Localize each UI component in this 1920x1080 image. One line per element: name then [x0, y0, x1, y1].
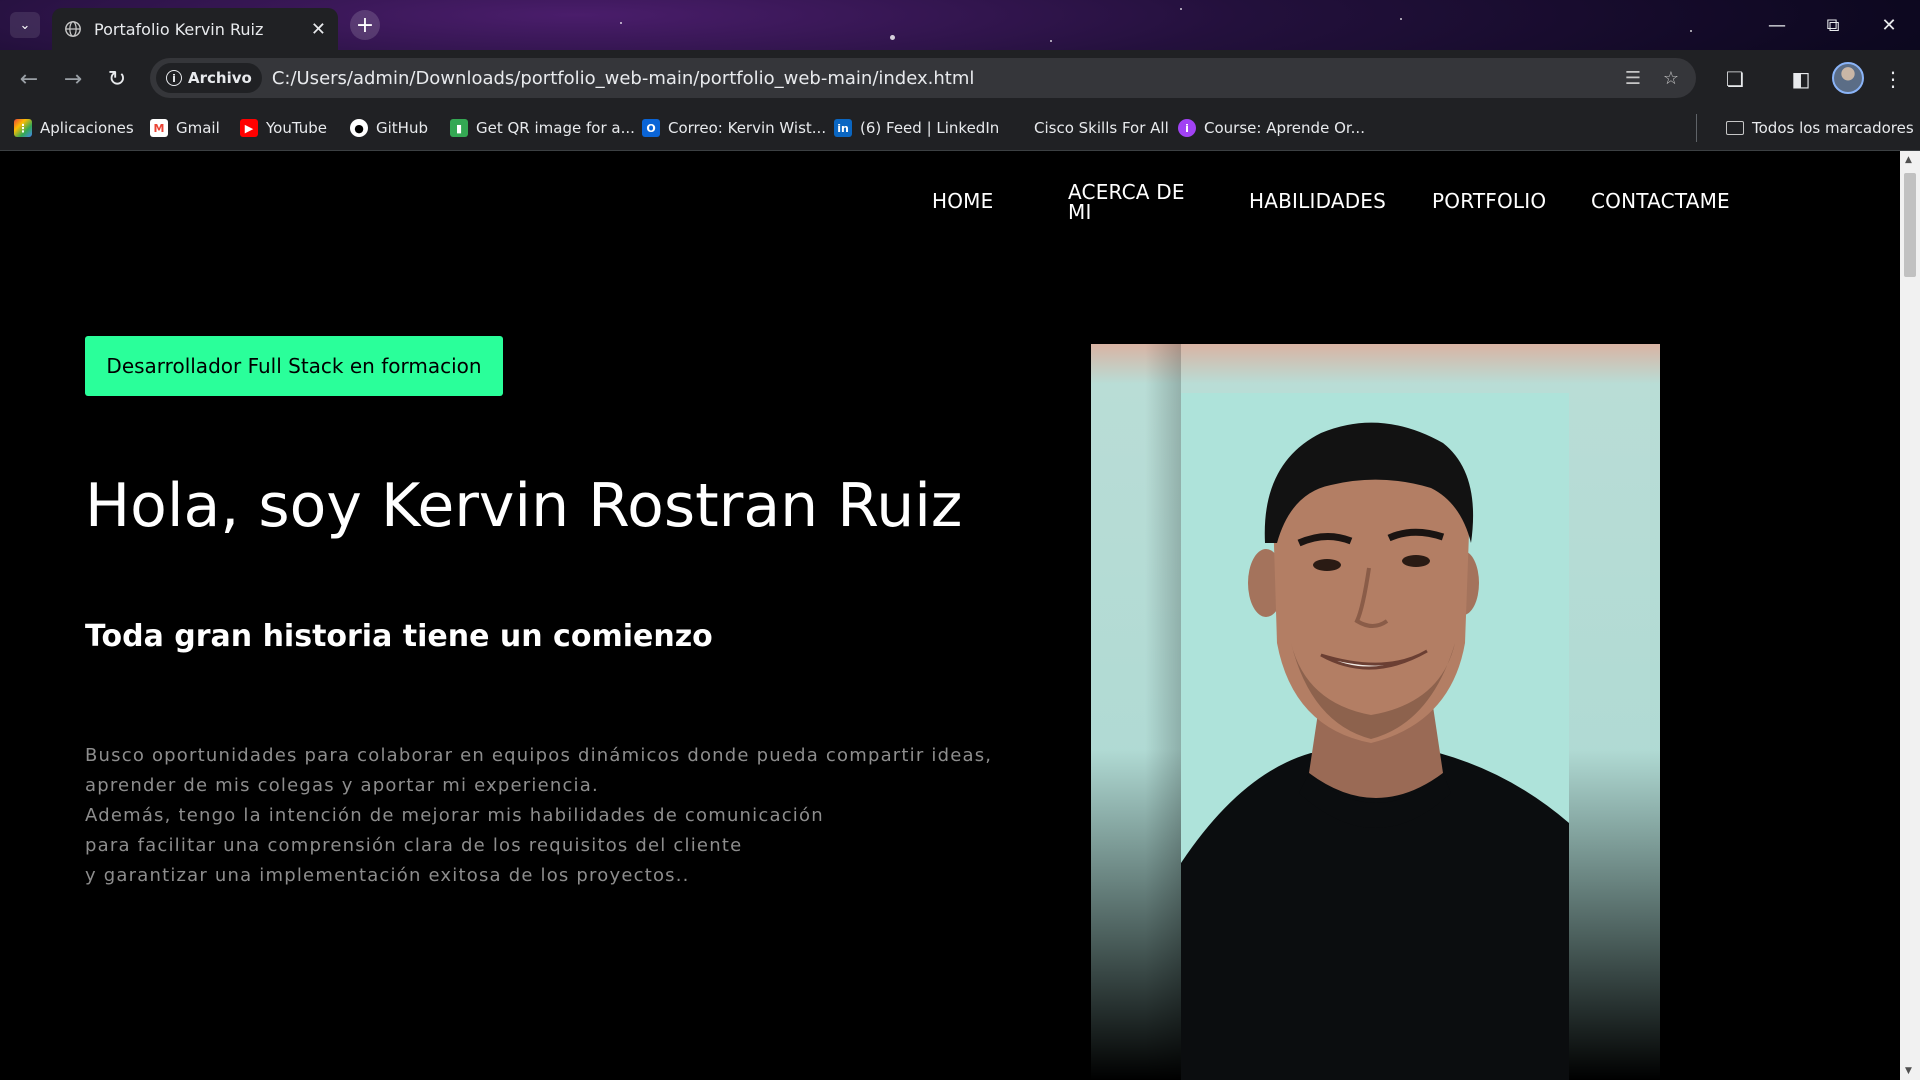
close-window-button[interactable]: ✕	[1874, 12, 1904, 38]
translate-icon[interactable]: ☰	[1620, 66, 1646, 90]
side-panel-icon[interactable]: ◧	[1788, 66, 1814, 92]
browser-toolbar: ← → ↻ i Archivo C:/Users/admin/Downloads…	[0, 50, 1920, 106]
address-bar[interactable]: i Archivo C:/Users/admin/Downloads/portf…	[150, 58, 1696, 98]
folder-icon	[1726, 121, 1744, 135]
cisco-icon	[1008, 119, 1026, 137]
all-bookmarks-folder[interactable]: Todos los marcadores	[1726, 116, 1914, 140]
tab-search-button[interactable]: ⌄	[10, 12, 40, 38]
bookmark-github[interactable]: ● GitHub	[350, 116, 428, 140]
forward-button[interactable]: →	[58, 64, 88, 94]
close-icon: ✕	[1881, 14, 1897, 36]
outlook-icon: O	[642, 119, 660, 137]
scroll-up-icon[interactable]: ▲	[1905, 155, 1912, 165]
bookmark-qr[interactable]: ▮ Get QR image for a...	[450, 116, 635, 140]
back-button[interactable]: ←	[14, 64, 44, 94]
minimize-icon: —	[1768, 14, 1786, 36]
description-line: para facilitar una comprensión clara de …	[85, 835, 743, 856]
scrollbar-thumb[interactable]	[1904, 173, 1916, 277]
bookmarks-divider	[1696, 114, 1697, 142]
bookmark-label: Aplicaciones	[40, 119, 134, 137]
portfolio-page: HOME ACERCA DE MI HABILIDADES PORTFOLIO …	[0, 151, 1900, 1080]
menu-kebab-icon[interactable]: ⋮	[1880, 66, 1906, 92]
profile-avatar[interactable]	[1832, 62, 1864, 94]
bookmark-cisco[interactable]: Cisco Skills For All	[1008, 116, 1169, 140]
bookmark-youtube[interactable]: ▶ YouTube	[240, 116, 327, 140]
linkedin-icon: in	[834, 119, 852, 137]
new-tab-button[interactable]: +	[350, 10, 380, 40]
restore-icon: ⧉	[1826, 14, 1840, 36]
plus-icon: +	[355, 12, 375, 38]
hero-title: Hola, soy Kervin Rostran Ruiz	[85, 471, 963, 541]
description-line: aprender de mis colegas y aportar mi exp…	[85, 775, 599, 796]
nav-skills[interactable]: HABILIDADES	[1249, 189, 1386, 213]
page-scrollbar[interactable]: ▲ ▼	[1900, 151, 1920, 1080]
bookmark-label: Cisco Skills For All	[1034, 119, 1169, 137]
gmail-icon: M	[150, 119, 168, 137]
browser-chrome: ⌄ Portafolio Kervin Ruiz ✕ + — ⧉ ✕ ← → ↻…	[0, 0, 1920, 151]
hero-description: Busco oportunidades para colaborar en eq…	[85, 741, 993, 891]
bookmark-linkedin[interactable]: in (6) Feed | LinkedIn	[834, 116, 999, 140]
reload-button[interactable]: ↻	[102, 64, 132, 94]
reload-icon: ↻	[107, 66, 127, 92]
youtube-icon: ▶	[240, 119, 258, 137]
bookmark-course[interactable]: i Course: Aprende Or...	[1178, 116, 1365, 140]
description-line: y garantizar una implementación exitosa …	[85, 865, 690, 886]
bookmark-label: Correo: Kervin Wist...	[668, 119, 827, 137]
nav-portfolio[interactable]: PORTFOLIO	[1432, 189, 1546, 213]
course-icon: i	[1178, 119, 1196, 137]
close-icon[interactable]: ✕	[311, 19, 326, 40]
minimize-button[interactable]: —	[1762, 12, 1792, 38]
site-chip-label: Archivo	[188, 69, 252, 87]
arrow-right-icon: →	[63, 66, 83, 92]
star-bookmark-icon[interactable]: ☆	[1658, 66, 1684, 90]
extensions-icon[interactable]: ❏	[1722, 66, 1748, 92]
description-line: Además, tengo la intención de mejorar mi…	[85, 805, 824, 826]
url-text[interactable]: C:/Users/admin/Downloads/portfolio_web-m…	[272, 68, 975, 89]
active-tab[interactable]: Portafolio Kervin Ruiz ✕	[52, 8, 338, 50]
bookmark-label: Gmail	[176, 119, 220, 137]
globe-icon	[65, 21, 81, 37]
chevron-down-icon: ⌄	[19, 17, 31, 33]
role-badge: Desarrollador Full Stack en formacion	[85, 336, 503, 396]
profile-photo	[1181, 393, 1569, 1080]
bookmarks-bar: ⋮ Aplicaciones M Gmail ▶ YouTube ● GitHu…	[0, 106, 1920, 151]
info-icon: i	[166, 70, 182, 86]
site-info-chip[interactable]: i Archivo	[156, 63, 262, 93]
description-line: Busco oportunidades para colaborar en eq…	[85, 745, 993, 766]
github-icon: ●	[350, 119, 368, 137]
apps-grid-icon: ⋮	[14, 119, 32, 137]
bookmark-label: Course: Aprende Or...	[1204, 119, 1365, 137]
all-bookmarks-label: Todos los marcadores	[1752, 119, 1914, 137]
qr-chart-icon: ▮	[450, 119, 468, 137]
tab-strip: ⌄ Portafolio Kervin Ruiz ✕ + — ⧉ ✕	[0, 0, 1920, 50]
nav-about[interactable]: ACERCA DE MI	[1068, 182, 1188, 222]
hero-subtitle: Toda gran historia tiene un comienzo	[85, 619, 713, 654]
nav-contact[interactable]: CONTACTAME	[1591, 189, 1730, 213]
restore-button[interactable]: ⧉	[1818, 12, 1848, 38]
arrow-left-icon: ←	[19, 66, 39, 92]
bookmark-outlook[interactable]: O Correo: Kervin Wist...	[642, 116, 826, 140]
bookmark-gmail[interactable]: M Gmail	[150, 116, 220, 140]
bookmark-label: (6) Feed | LinkedIn	[860, 119, 1000, 137]
bookmark-label: Get QR image for a...	[476, 119, 635, 137]
scroll-down-icon[interactable]: ▼	[1905, 1066, 1912, 1076]
portrait-illustration	[1181, 393, 1569, 1080]
bookmark-apps[interactable]: ⋮ Aplicaciones	[14, 116, 134, 140]
bookmark-label: GitHub	[376, 119, 428, 137]
nav-home[interactable]: HOME	[932, 189, 993, 213]
bookmark-label: YouTube	[266, 119, 327, 137]
tab-title: Portafolio Kervin Ruiz	[94, 19, 264, 39]
